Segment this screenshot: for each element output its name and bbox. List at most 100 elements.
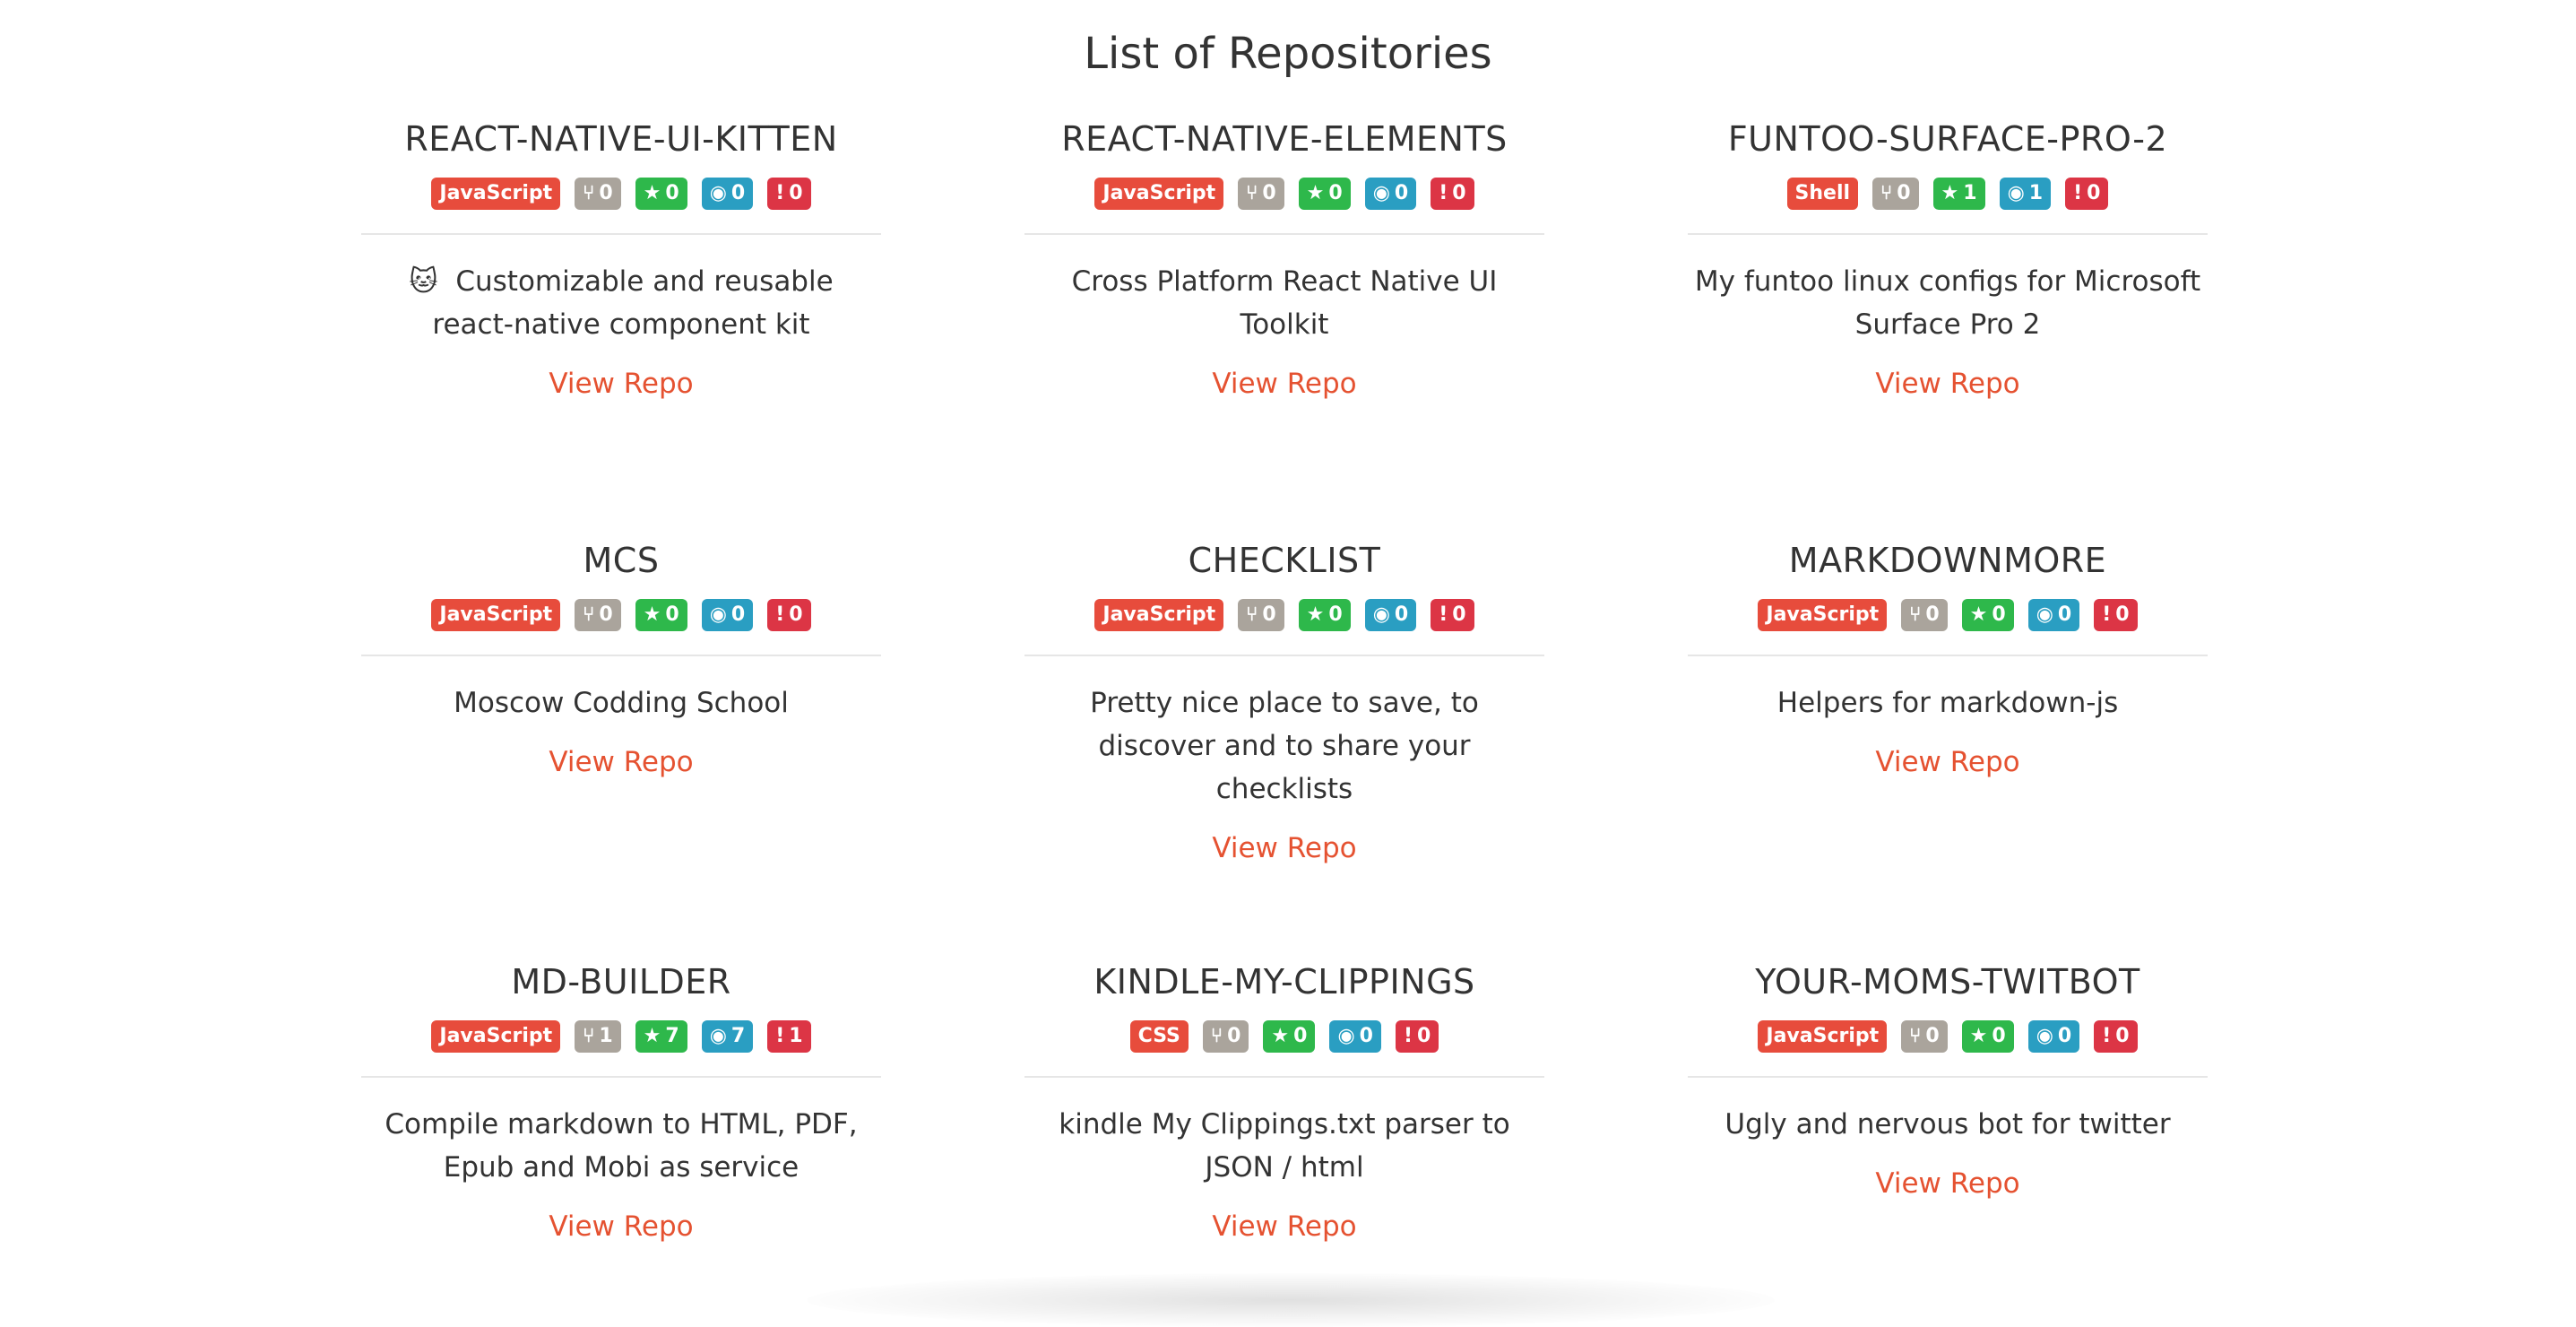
- repo-name: CHECKLIST: [1188, 541, 1381, 580]
- repo-name: MD-BUILDER: [511, 962, 731, 1002]
- description-text: Customizable and reusable react-native c…: [432, 265, 834, 341]
- issues-count: 0: [2115, 1025, 2130, 1047]
- forks-count: 0: [599, 603, 613, 626]
- issues-badge: ! 0: [2094, 599, 2138, 631]
- exclamation-icon: !: [775, 603, 785, 626]
- stars-badge: ★ 0: [1298, 178, 1351, 210]
- eye-icon: ◉: [1337, 1025, 1355, 1047]
- fork-icon: ⑂: [1210, 1025, 1223, 1047]
- watchers-count: 1: [2028, 182, 2044, 204]
- exclamation-icon: !: [1439, 603, 1448, 626]
- repo-card: REACT-NATIVE-ELEMENTS JavaScript ⑂ 0 ★ 0 ◉…: [1024, 117, 1544, 402]
- exclamation-icon: !: [775, 182, 785, 204]
- view-repo-link[interactable]: View Repo: [549, 366, 693, 402]
- stars-count: 0: [1992, 1025, 2006, 1047]
- watchers-count: 0: [730, 182, 746, 204]
- fork-icon: ⑂: [1880, 182, 1893, 204]
- divider: [361, 233, 881, 235]
- issues-count: 0: [2115, 603, 2130, 626]
- stars-count: 0: [665, 603, 679, 626]
- divider: [1024, 233, 1544, 235]
- repo-badges: JavaScript ⑂ 1 ★ 7 ◉ 7 ! 1: [361, 1020, 881, 1054]
- repo-card: MCS JavaScript ⑂ 0 ★ 0 ◉ 0 ! 0 Moscow Coddin…: [361, 538, 881, 780]
- watchers-count: 0: [730, 603, 746, 626]
- fork-icon: ⑂: [1909, 603, 1922, 626]
- view-repo-link[interactable]: View Repo: [549, 1209, 693, 1245]
- stars-count: 0: [1992, 603, 2006, 626]
- issues-badge: ! 0: [1431, 599, 1474, 631]
- stars-badge: ★ 0: [1961, 599, 2014, 631]
- watchers-count: 0: [1394, 603, 1409, 626]
- issues-badge: ! 1: [767, 1020, 811, 1053]
- star-icon: ★: [643, 603, 661, 626]
- star-icon: ★: [1969, 603, 1988, 626]
- language-badge: JavaScript: [431, 178, 561, 210]
- cat-emoji: 🐱: [409, 265, 438, 298]
- exclamation-icon: !: [1439, 182, 1448, 204]
- divider: [1024, 655, 1544, 656]
- forks-count: 0: [1262, 182, 1276, 204]
- repo-description: Compile markdown to HTML, PDF, Epub and …: [385, 1108, 858, 1184]
- forks-badge: ⑂ 0: [1901, 599, 1948, 631]
- repo-name: REACT-NATIVE-UI-KITTEN: [404, 119, 838, 159]
- star-icon: ★: [643, 1025, 661, 1047]
- language-badge: JavaScript: [1094, 599, 1224, 631]
- repo-description: Pretty nice place to save, to discover a…: [1090, 687, 1479, 805]
- watchers-count: 0: [2057, 1025, 2072, 1047]
- stars-badge: ★ 0: [635, 599, 687, 631]
- repo-grid: REACT-NATIVE-UI-KITTEN JavaScript ⑂ 0 ★ 0 …: [0, 0, 2576, 1313]
- star-icon: ★: [1306, 182, 1325, 204]
- view-repo-link[interactable]: View Repo: [1875, 1166, 2019, 1201]
- view-repo-link[interactable]: View Repo: [1212, 366, 1356, 402]
- repo-name: YOUR-MOMS-TWITBOT: [1755, 962, 2140, 1002]
- repo-card: MD-BUILDER JavaScript ⑂ 1 ★ 7 ◉ 7 ! 1 Compil…: [361, 959, 881, 1245]
- watchers-count: 0: [1359, 1025, 1373, 1047]
- issues-badge: ! 0: [2065, 178, 2109, 210]
- language-badge: JavaScript: [1094, 178, 1224, 210]
- view-repo-link[interactable]: View Repo: [1212, 1209, 1356, 1245]
- issues-badge: ! 0: [2094, 1020, 2138, 1053]
- stars-count: 0: [665, 182, 679, 204]
- watchers-badge: ◉ 0: [701, 178, 754, 210]
- star-icon: ★: [643, 182, 661, 204]
- stars-count: 7: [665, 1025, 679, 1047]
- eye-icon: ◉: [2007, 182, 2025, 204]
- eye-icon: ◉: [709, 1025, 727, 1047]
- exclamation-icon: !: [775, 1025, 785, 1047]
- exclamation-icon: !: [2102, 603, 2112, 626]
- forks-count: 0: [1262, 603, 1276, 626]
- stars-count: 0: [1328, 603, 1343, 626]
- forks-badge: ⑂ 1: [575, 1020, 621, 1053]
- repo-badges: JavaScript ⑂ 0 ★ 0 ◉ 0 ! 0: [1024, 178, 1544, 212]
- fork-icon: ⑂: [1246, 182, 1258, 204]
- forks-count: 1: [599, 1025, 613, 1047]
- star-icon: ★: [1271, 1025, 1290, 1047]
- divider: [1024, 1076, 1544, 1078]
- watchers-badge: ◉ 1: [1999, 178, 2052, 210]
- eye-icon: ◉: [2036, 603, 2053, 626]
- view-repo-link[interactable]: View Repo: [1875, 744, 2019, 780]
- issues-count: 0: [1417, 1025, 1431, 1047]
- repo-card: MARKDOWNMORE JavaScript ⑂ 0 ★ 0 ◉ 0 ! 0 Help…: [1688, 538, 2208, 780]
- view-repo-link[interactable]: View Repo: [549, 744, 693, 780]
- stars-badge: ★ 0: [1961, 1020, 2014, 1053]
- view-repo-link[interactable]: View Repo: [1212, 830, 1356, 866]
- repo-name: REACT-NATIVE-ELEMENTS: [1061, 119, 1508, 159]
- exclamation-icon: !: [1403, 1025, 1413, 1047]
- repo-description: Helpers for markdown-js: [1776, 687, 2119, 719]
- view-repo-link[interactable]: View Repo: [1875, 366, 2019, 402]
- divider: [361, 1076, 881, 1078]
- stars-badge: ★ 7: [635, 1020, 687, 1053]
- divider: [1688, 1076, 2208, 1078]
- forks-count: 0: [1897, 182, 1911, 204]
- repo-badges: JavaScript ⑂ 0 ★ 0 ◉ 0 ! 0: [361, 178, 881, 212]
- watchers-count: 0: [2057, 603, 2072, 626]
- forks-badge: ⑂ 0: [575, 599, 621, 631]
- forks-count: 0: [1925, 1025, 1940, 1047]
- watchers-badge: ◉ 0: [2027, 599, 2080, 631]
- repo-description: kindle My Clippings.txt parser to JSON /…: [1059, 1108, 1510, 1184]
- issues-badge: ! 0: [1431, 178, 1474, 210]
- repo-name: FUNTOO-SURFACE-PRO-2: [1727, 119, 2168, 159]
- divider: [361, 655, 881, 656]
- repo-description: Ugly and nervous bot for twitter: [1725, 1108, 2171, 1141]
